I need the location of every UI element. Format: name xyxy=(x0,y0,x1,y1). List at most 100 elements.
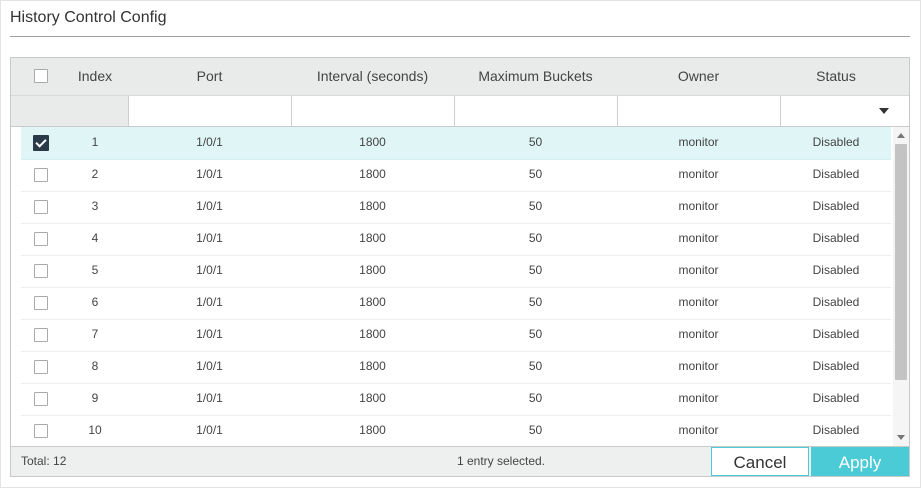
row-select-checkbox[interactable] xyxy=(34,200,48,214)
cell-maximum-buckets: 50 xyxy=(528,167,543,181)
cell-maximum-buckets: 50 xyxy=(528,391,543,405)
cell-owner: monitor xyxy=(678,423,719,437)
cell-interval: 1800 xyxy=(359,135,386,149)
cell-status: Disabled xyxy=(812,423,860,437)
cell-maximum-buckets: 50 xyxy=(528,231,543,245)
cell-status: Disabled xyxy=(812,295,860,309)
row-select-checkbox[interactable] xyxy=(34,264,48,278)
scrollbar-thumb[interactable] xyxy=(895,144,907,380)
row-select-checkbox[interactable] xyxy=(34,424,48,438)
cell-interval: 1800 xyxy=(359,327,386,341)
row-select-checkbox[interactable] xyxy=(34,296,48,310)
cell-port: 1/0/1 xyxy=(196,295,223,309)
cell-interval: 1800 xyxy=(359,263,386,277)
cell-index: 8 xyxy=(91,359,99,373)
cell-status: Disabled xyxy=(812,263,860,277)
row-select-checkbox[interactable] xyxy=(34,360,48,374)
cell-index: 10 xyxy=(88,423,102,437)
cell-port: 1/0/1 xyxy=(196,327,223,341)
row-select-checkbox[interactable] xyxy=(34,328,48,342)
cell-maximum-buckets: 50 xyxy=(528,199,543,213)
cell-status: Disabled xyxy=(812,231,860,245)
row-select-checkbox[interactable] xyxy=(33,135,49,151)
table-row[interactable]: 3 1/0/1 1800 50 monitor Disabled xyxy=(21,191,891,224)
cell-status: Disabled xyxy=(812,199,860,213)
status-filter-select[interactable] xyxy=(780,96,909,126)
row-select-checkbox[interactable] xyxy=(34,392,48,406)
cell-owner: monitor xyxy=(678,327,719,341)
cell-index: 4 xyxy=(91,231,99,245)
cell-status: Disabled xyxy=(812,167,860,181)
cell-index: 1 xyxy=(91,135,99,149)
column-header-interval[interactable]: Interval (seconds) xyxy=(291,58,454,95)
header-select-cell xyxy=(11,58,71,95)
cell-maximum-buckets: 50 xyxy=(528,423,543,437)
table-row[interactable]: 1 1/0/1 1800 50 monitor Disabled xyxy=(21,127,891,160)
cell-maximum-buckets: 50 xyxy=(528,327,543,341)
cell-maximum-buckets: 50 xyxy=(528,295,543,309)
scroll-up-arrow-icon[interactable] xyxy=(897,133,905,138)
cell-port: 1/0/1 xyxy=(196,231,223,245)
buckets-filter-input[interactable] xyxy=(454,96,617,126)
cell-port: 1/0/1 xyxy=(196,423,223,437)
owner-filter-input[interactable] xyxy=(617,96,780,126)
cell-interval: 1800 xyxy=(359,391,386,405)
cell-index: 5 xyxy=(91,263,99,277)
table-row[interactable]: 4 1/0/1 1800 50 monitor Disabled xyxy=(21,223,891,256)
cell-interval: 1800 xyxy=(359,199,386,213)
cell-interval: 1800 xyxy=(359,167,386,181)
row-select-checkbox[interactable] xyxy=(34,168,48,182)
cell-index: 6 xyxy=(91,295,99,309)
table-row[interactable]: 6 1/0/1 1800 50 monitor Disabled xyxy=(21,287,891,320)
interval-filter-input[interactable] xyxy=(291,96,454,126)
cell-interval: 1800 xyxy=(359,295,386,309)
cell-status: Disabled xyxy=(812,135,860,149)
cell-index: 2 xyxy=(91,167,99,181)
cell-owner: monitor xyxy=(678,263,719,277)
column-header-status[interactable]: Status xyxy=(780,58,892,95)
cell-owner: monitor xyxy=(678,167,719,181)
port-filter-input[interactable] xyxy=(128,96,291,126)
cell-maximum-buckets: 50 xyxy=(528,263,543,277)
cell-interval: 1800 xyxy=(359,423,386,437)
column-header-maximum-buckets[interactable]: Maximum Buckets xyxy=(454,58,617,95)
cell-interval: 1800 xyxy=(359,359,386,373)
vertical-scrollbar[interactable] xyxy=(893,127,909,446)
cell-owner: monitor xyxy=(678,135,719,149)
cell-port: 1/0/1 xyxy=(196,359,223,373)
cell-owner: monitor xyxy=(678,359,719,373)
cell-interval: 1800 xyxy=(359,231,386,245)
title-divider xyxy=(10,36,910,37)
selection-status: 1 entry selected. xyxy=(456,454,546,468)
cell-owner: monitor xyxy=(678,391,719,405)
filter-row xyxy=(11,96,909,127)
table-header: Index Port Interval (seconds) Maximum Bu… xyxy=(11,58,909,96)
cell-owner: monitor xyxy=(678,231,719,245)
table-footer: Total: 12 1 entry selected. Cancel Apply xyxy=(11,446,909,476)
cell-port: 1/0/1 xyxy=(196,391,223,405)
select-all-checkbox[interactable] xyxy=(34,69,48,83)
table-row[interactable]: 9 1/0/1 1800 50 monitor Disabled xyxy=(21,383,891,416)
scroll-down-arrow-icon[interactable] xyxy=(897,435,905,440)
cell-port: 1/0/1 xyxy=(196,199,223,213)
cell-owner: monitor xyxy=(678,295,719,309)
column-header-port[interactable]: Port xyxy=(128,58,291,95)
cell-index: 9 xyxy=(91,391,99,405)
row-select-checkbox[interactable] xyxy=(34,232,48,246)
cell-status: Disabled xyxy=(812,391,860,405)
cell-maximum-buckets: 50 xyxy=(528,359,543,373)
table-row[interactable]: 5 1/0/1 1800 50 monitor Disabled xyxy=(21,255,891,288)
table-row[interactable]: 8 1/0/1 1800 50 monitor Disabled xyxy=(21,351,891,384)
cancel-button[interactable]: Cancel xyxy=(711,447,809,476)
column-header-index[interactable]: Index xyxy=(66,58,124,95)
cell-owner: monitor xyxy=(678,199,719,213)
column-header-owner[interactable]: Owner xyxy=(617,58,780,95)
table-row[interactable]: 7 1/0/1 1800 50 monitor Disabled xyxy=(21,319,891,352)
table-row[interactable]: 10 1/0/1 1800 50 monitor Disabled xyxy=(21,415,891,446)
apply-button[interactable]: Apply xyxy=(811,447,909,476)
table-row[interactable]: 2 1/0/1 1800 50 monitor Disabled xyxy=(21,159,891,192)
cell-maximum-buckets: 50 xyxy=(528,135,543,149)
chevron-down-icon xyxy=(879,108,889,114)
total-count: Total: 12 xyxy=(21,454,67,468)
cell-port: 1/0/1 xyxy=(196,135,223,149)
